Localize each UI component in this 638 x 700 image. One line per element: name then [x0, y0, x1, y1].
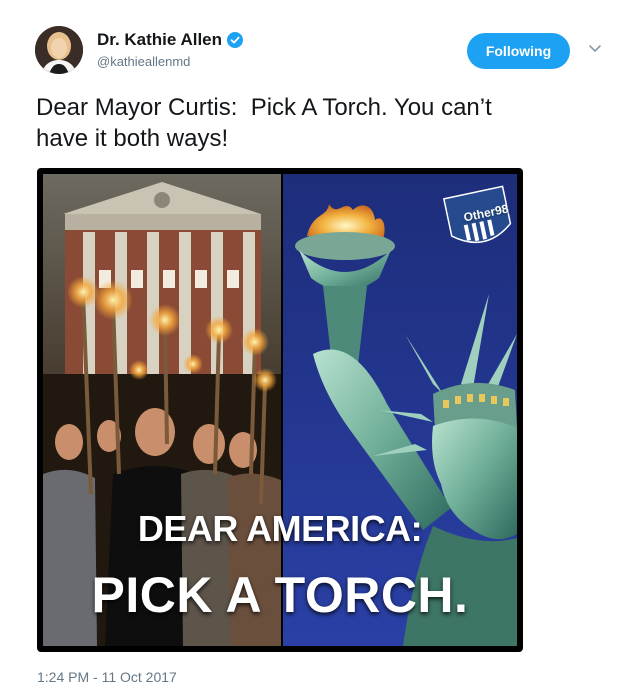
verified-badge-icon: [227, 32, 244, 48]
following-button[interactable]: Following: [467, 33, 570, 69]
author-display-name[interactable]: Dr. Kathie Allen: [97, 30, 222, 50]
tweet-media-image[interactable]: Other98 DEAR AMERICA: PICK A TORCH.: [37, 168, 523, 652]
author-name-row: Dr. Kathie Allen: [97, 30, 244, 50]
avatar[interactable]: [35, 26, 83, 74]
image-caption-line2: PICK A TORCH.: [91, 567, 469, 623]
chevron-down-icon[interactable]: [587, 40, 603, 56]
tweet-timestamp[interactable]: 1:24 PM - 11 Oct 2017: [37, 669, 177, 685]
tweet-text: Dear Mayor Curtis: Pick A Torch. You can…: [36, 94, 492, 152]
author-handle[interactable]: @kathieallenmd: [97, 54, 190, 69]
image-caption-line1: DEAR AMERICA:: [137, 508, 423, 549]
